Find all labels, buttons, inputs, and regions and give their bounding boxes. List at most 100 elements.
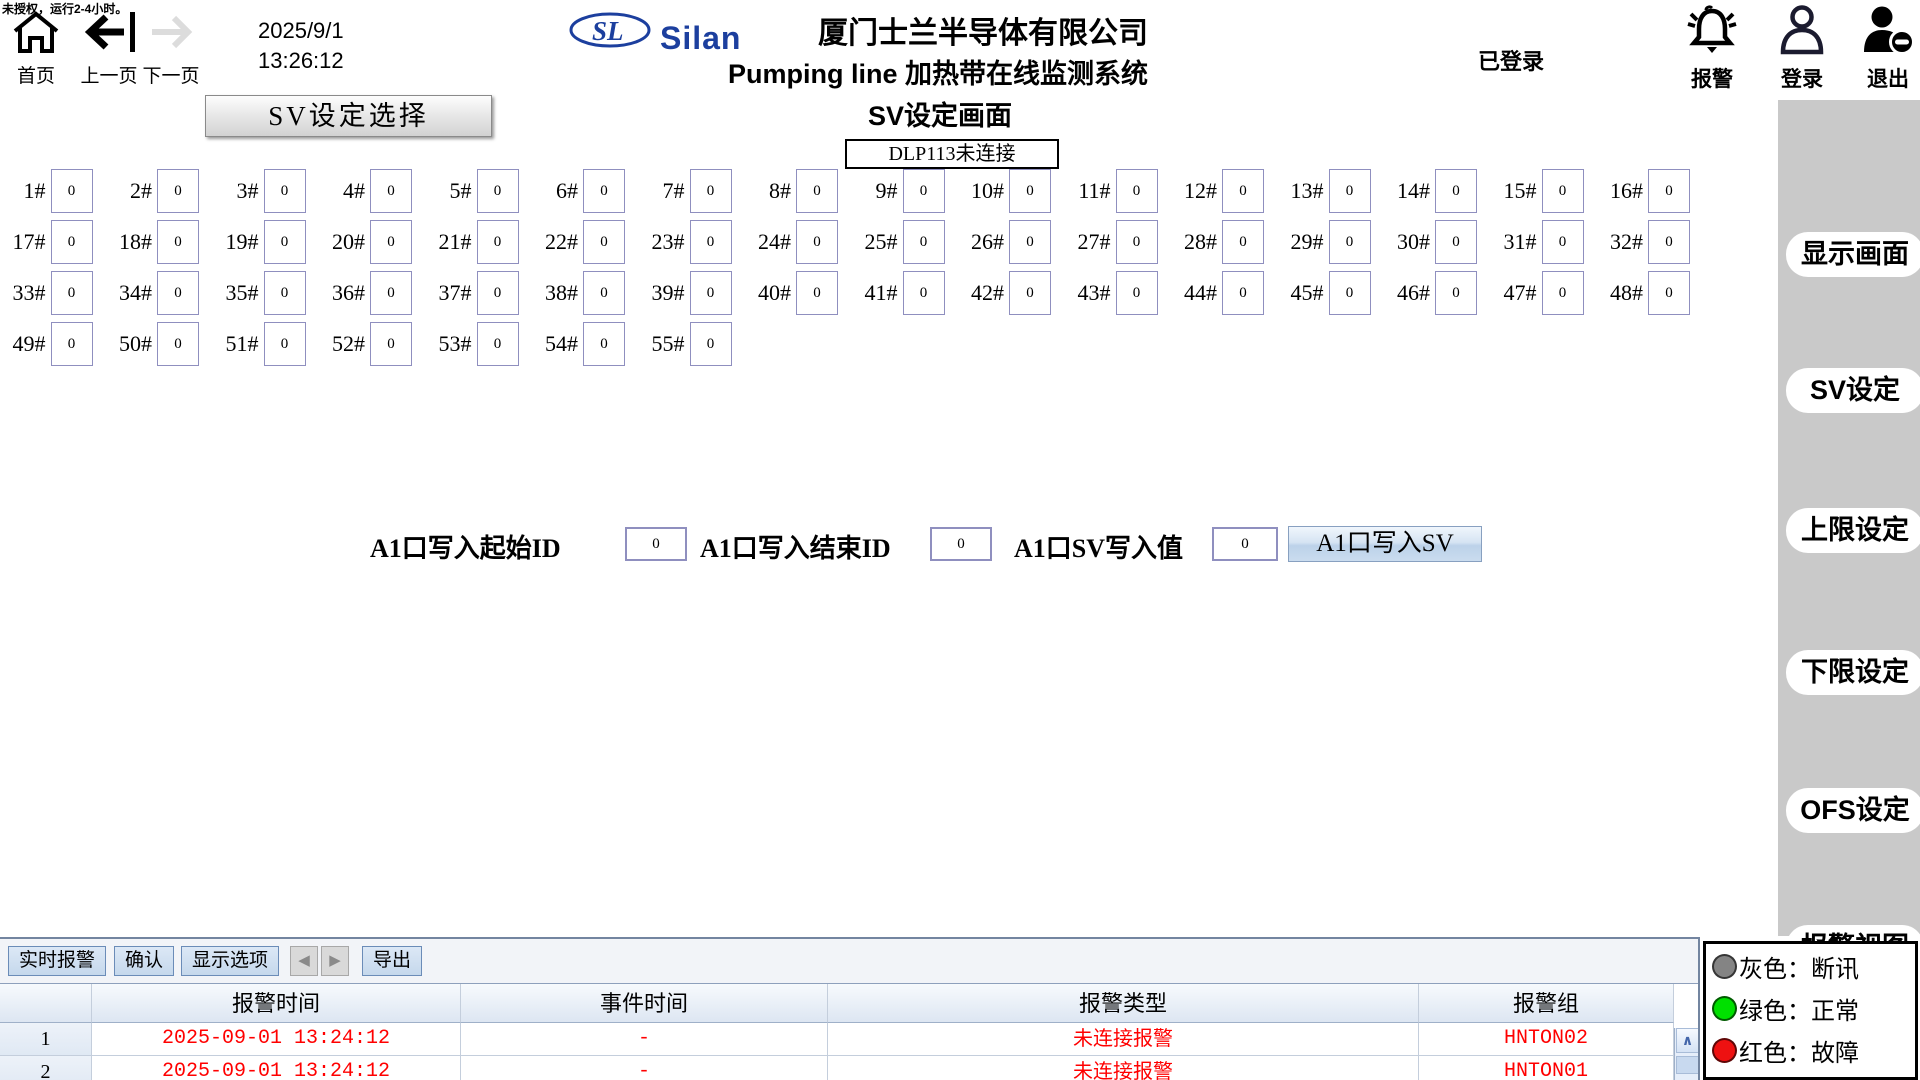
channel-sv-input[interactable]: 0	[690, 322, 732, 366]
system-title: Pumping line 加热带在线监测系统	[728, 52, 1148, 91]
channel-sv-input[interactable]: 0	[796, 271, 838, 315]
sidebar-item-ofs-setting[interactable]: OFS设定	[1786, 788, 1920, 833]
sidebar-item-display-screen[interactable]: 显示画面	[1786, 232, 1920, 277]
channel-sv-input[interactable]: 0	[1329, 271, 1371, 315]
channel-label: 40#	[746, 280, 797, 306]
channel-cell: 6# 0	[533, 168, 640, 214]
channel-sv-input[interactable]: 0	[157, 169, 199, 213]
channel-sv-input[interactable]: 0	[903, 271, 945, 315]
home-button[interactable]: 首页	[10, 10, 62, 88]
next-page-button[interactable]: 下一页	[142, 10, 200, 88]
a1-sv-value-input[interactable]: 0	[1212, 527, 1278, 561]
channel-sv-input[interactable]: 0	[1329, 220, 1371, 264]
channel-sv-input[interactable]: 0	[264, 271, 306, 315]
channel-sv-input[interactable]: 0	[1542, 169, 1584, 213]
channel-sv-input[interactable]: 0	[1116, 169, 1158, 213]
channel-sv-input[interactable]: 0	[796, 169, 838, 213]
channel-sv-input[interactable]: 0	[1648, 220, 1690, 264]
channel-label: 38#	[533, 280, 584, 306]
channel-label: 32#	[1598, 229, 1649, 255]
sidebar-button-label: SV设定	[1810, 375, 1900, 405]
channel-sv-input[interactable]: 0	[1116, 220, 1158, 264]
channel-sv-input[interactable]: 0	[370, 169, 412, 213]
legend-label: 灰色：断讯	[1739, 949, 1859, 984]
display-options-button[interactable]: 显示选项	[181, 946, 279, 976]
channel-sv-input[interactable]: 0	[477, 322, 519, 366]
channel-sv-input[interactable]: 0	[903, 220, 945, 264]
channel-sv-input[interactable]: 0	[583, 169, 625, 213]
sv-select-button[interactable]: SV设定选择	[205, 95, 492, 137]
channel-cell: 53# 0	[426, 321, 533, 367]
channel-label: 50#	[107, 331, 158, 357]
a1-write-sv-button[interactable]: A1口写入SV	[1288, 526, 1482, 562]
channel-label: 25#	[852, 229, 903, 255]
channel-cell: 54# 0	[533, 321, 640, 367]
sidebar-item-lower-limit-setting[interactable]: 下限设定	[1786, 650, 1920, 695]
channel-row-1: 1# 0 2# 0 3# 0 4# 0 5# 0 6# 0 7# 0 8# 0 …	[0, 168, 1704, 214]
channel-sv-input[interactable]: 0	[1435, 220, 1477, 264]
sidebar-item-sv-setting[interactable]: SV设定	[1786, 368, 1920, 413]
a1-start-id-input[interactable]: 0	[625, 527, 687, 561]
channel-sv-input[interactable]: 0	[264, 220, 306, 264]
a1-sv-value-label: A1口SV写入值	[1014, 528, 1183, 565]
channel-sv-input[interactable]: 0	[370, 322, 412, 366]
channel-sv-input[interactable]: 0	[1329, 169, 1371, 213]
channel-sv-input[interactable]: 0	[1435, 169, 1477, 213]
channel-sv-input[interactable]: 0	[51, 322, 93, 366]
channel-sv-input[interactable]: 0	[1222, 169, 1264, 213]
channel-sv-input[interactable]: 0	[1009, 220, 1051, 264]
channel-sv-input[interactable]: 0	[51, 220, 93, 264]
channel-sv-input[interactable]: 0	[690, 169, 732, 213]
channel-sv-input[interactable]: 0	[157, 271, 199, 315]
channel-sv-input[interactable]: 0	[1435, 271, 1477, 315]
channel-sv-input[interactable]: 0	[796, 220, 838, 264]
channel-sv-input[interactable]: 0	[477, 169, 519, 213]
date-display: 2025/9/1	[258, 16, 344, 46]
channel-sv-input[interactable]: 0	[690, 271, 732, 315]
channel-sv-input[interactable]: 0	[1648, 169, 1690, 213]
prev-page-button[interactable]: 上一页	[80, 10, 138, 88]
channel-cell: 23# 0	[639, 219, 746, 265]
channel-sv-input[interactable]: 0	[1222, 271, 1264, 315]
alarm-next-page-button[interactable]: ▶	[321, 946, 349, 976]
channel-sv-input[interactable]: 0	[583, 220, 625, 264]
channel-cell: 27# 0	[1065, 219, 1172, 265]
channel-sv-input[interactable]: 0	[1009, 271, 1051, 315]
channel-sv-input[interactable]: 0	[477, 220, 519, 264]
scroll-up-icon[interactable]: ∧	[1676, 1028, 1699, 1053]
login-button[interactable]: 登录	[1776, 4, 1828, 93]
alarm-prev-page-button[interactable]: ◀	[290, 946, 318, 976]
acknowledge-button[interactable]: 确认	[114, 946, 174, 976]
channel-sv-input[interactable]: 0	[1116, 271, 1158, 315]
channel-sv-input[interactable]: 0	[690, 220, 732, 264]
channel-sv-input[interactable]: 0	[1222, 220, 1264, 264]
channel-sv-input[interactable]: 0	[583, 271, 625, 315]
channel-sv-input[interactable]: 0	[51, 271, 93, 315]
channel-sv-input[interactable]: 0	[1648, 271, 1690, 315]
channel-sv-input[interactable]: 0	[1542, 220, 1584, 264]
channel-sv-input[interactable]: 0	[264, 169, 306, 213]
channel-sv-input[interactable]: 0	[157, 220, 199, 264]
export-button[interactable]: 导出	[362, 946, 422, 976]
alarm-button[interactable]: 报警	[1684, 4, 1740, 93]
legend-label: 红色：故障	[1739, 1033, 1859, 1068]
channel-sv-input[interactable]: 0	[370, 271, 412, 315]
channel-sv-input[interactable]: 0	[370, 220, 412, 264]
realtime-alarm-button[interactable]: 实时报警	[8, 946, 106, 976]
channel-cell: 39# 0	[639, 270, 746, 316]
channel-sv-input[interactable]: 0	[583, 322, 625, 366]
alarm-table-scrollbar[interactable]: ∧ ∨	[1674, 1028, 1700, 1080]
logout-button[interactable]: 退出	[1860, 4, 1916, 93]
alarm-row[interactable]: 2 2025-09-01 13:24:12 - 未连接报警 HNTON01	[0, 1056, 1698, 1080]
channel-sv-input[interactable]: 0	[1009, 169, 1051, 213]
sidebar-item-upper-limit-setting[interactable]: 上限设定	[1786, 508, 1920, 553]
alarm-row[interactable]: 1 2025-09-01 13:24:12 - 未连接报警 HNTON02	[0, 1023, 1698, 1056]
channel-sv-input[interactable]: 0	[1542, 271, 1584, 315]
channel-sv-input[interactable]: 0	[477, 271, 519, 315]
a1-end-id-input[interactable]: 0	[930, 527, 992, 561]
channel-sv-input[interactable]: 0	[903, 169, 945, 213]
channel-sv-input[interactable]: 0	[51, 169, 93, 213]
channel-sv-input[interactable]: 0	[157, 322, 199, 366]
channel-sv-input[interactable]: 0	[264, 322, 306, 366]
scroll-thumb[interactable]	[1676, 1056, 1699, 1074]
